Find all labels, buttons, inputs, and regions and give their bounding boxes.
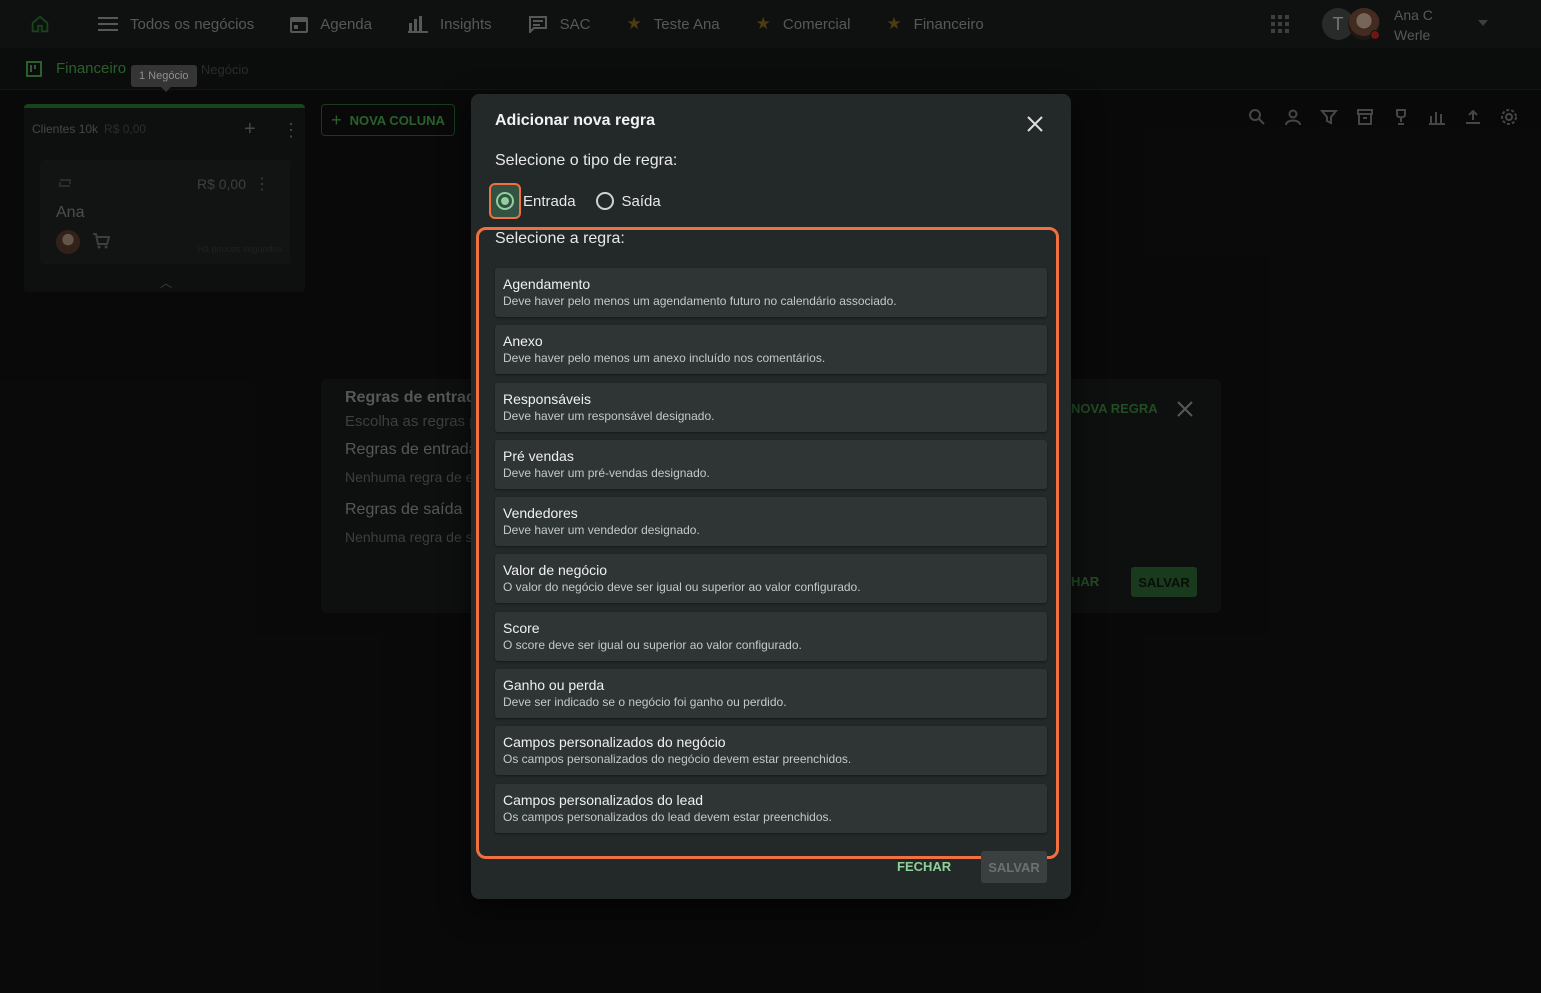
rule-description: O valor do negócio deve ser igual ou sup… [503, 580, 861, 595]
rule-title: Valor de negócio [503, 562, 608, 579]
rule-option-ganho-perda[interactable]: Ganho ou perda Deve ser indicado se o ne… [495, 669, 1047, 719]
rule-description: Os campos personalizados do negócio deve… [503, 752, 852, 767]
rule-type-radio-group: Entrada Saída [489, 183, 675, 219]
rule-description: Deve haver um vendedor designado. [503, 523, 700, 538]
rule-title: Responsáveis [503, 390, 591, 407]
rule-title: Ganho ou perda [503, 677, 605, 694]
add-rule-dialog: Adicionar nova regra Selecione o tipo de… [471, 94, 1071, 899]
radio-entrada[interactable] [489, 183, 521, 219]
rule-option-anexo[interactable]: Anexo Deve haver pelo menos um anexo inc… [495, 325, 1047, 375]
rule-title: Campos personalizados do lead [503, 791, 704, 808]
radio-saida-label[interactable]: Saída [622, 193, 661, 210]
rule-option-pre-vendas[interactable]: Pré vendas Deve haver um pré-vendas desi… [495, 439, 1047, 489]
dialog-cancel-button[interactable]: FECHAR [897, 859, 951, 874]
dialog-save-button[interactable]: SALVAR [981, 851, 1047, 883]
rule-option-campos-negocio[interactable]: Campos personalizados do negócio Os camp… [495, 726, 1047, 776]
radio-saida[interactable] [590, 192, 620, 210]
rule-title: Campos personalizados do negócio [503, 734, 726, 751]
rule-description: Deve haver um responsável designado. [503, 408, 715, 423]
rule-list: Agendamento Deve haver pelo menos um age… [495, 268, 1047, 841]
rule-option-score[interactable]: Score O score deve ser igual ou superior… [495, 611, 1047, 661]
close-icon [1027, 116, 1043, 132]
rule-title: Anexo [503, 333, 543, 350]
rule-option-agendamento[interactable]: Agendamento Deve haver pelo menos um age… [495, 268, 1047, 317]
rule-description: O score deve ser igual ou superior ao va… [503, 637, 802, 652]
rule-title: Vendedores [503, 505, 578, 522]
select-rule-label: Selecione a regra: [495, 230, 625, 247]
rule-option-vendedores[interactable]: Vendedores Deve haver um vendedor design… [495, 497, 1047, 547]
radio-entrada-label[interactable]: Entrada [523, 193, 576, 210]
rule-title: Pré vendas [503, 447, 574, 464]
dialog-title: Adicionar nova regra [495, 112, 656, 129]
rule-title: Agendamento [503, 276, 591, 292]
rule-title: Score [503, 619, 540, 636]
rule-description: Os campos personalizados do lead devem e… [503, 809, 832, 824]
radio-unchecked-icon [595, 192, 614, 210]
rule-option-campos-lead[interactable]: Campos personalizados do lead Os campos … [495, 783, 1047, 833]
rule-description: Deve ser indicado se o negócio foi ganho… [503, 695, 787, 710]
rule-option-valor-negocio[interactable]: Valor de negócio O valor do negócio deve… [495, 554, 1047, 604]
dialog-close-button[interactable] [1023, 112, 1047, 136]
rule-option-responsaveis[interactable]: Responsáveis Deve haver um responsável d… [495, 382, 1047, 432]
radio-checked-icon [496, 192, 514, 210]
rule-description: Deve haver pelo menos um anexo incluído … [503, 351, 826, 366]
rule-description: Deve haver pelo menos um agendamento fut… [503, 294, 897, 308]
rule-description: Deve haver um pré-vendas designado. [503, 465, 710, 480]
rule-type-label: Selecione o tipo de regra: [495, 152, 678, 169]
